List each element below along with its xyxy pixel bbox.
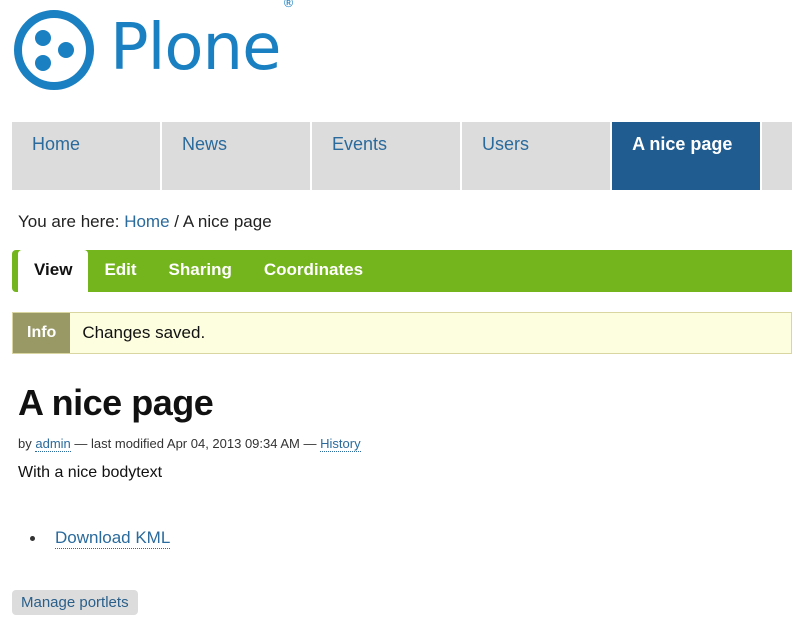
tab-edit[interactable]: Edit <box>88 260 152 292</box>
breadcrumb: You are here: Home / A nice page <box>18 212 272 232</box>
status-message-label: Info <box>13 313 71 353</box>
nav-item-users[interactable]: Users <box>462 122 611 190</box>
bullet-icon <box>30 536 35 541</box>
manage-portlets-button[interactable]: Manage portlets <box>12 590 138 615</box>
registered-mark: ® <box>282 0 294 10</box>
byline-by: by <box>18 436 32 451</box>
nav-item-overflow[interactable] <box>762 122 792 190</box>
breadcrumb-prefix: You are here: <box>18 212 120 231</box>
author-link[interactable]: admin <box>35 436 71 452</box>
tab-sharing[interactable]: Sharing <box>153 260 248 292</box>
nav-item-events[interactable]: Events <box>312 122 461 190</box>
tab-coordinates[interactable]: Coordinates <box>248 260 379 292</box>
tab-view[interactable]: View <box>18 250 89 292</box>
page-title: A nice page <box>18 382 214 423</box>
download-kml-link[interactable]: Download KML <box>55 528 171 549</box>
site-logo[interactable]: Plone® <box>12 0 294 92</box>
nav-item-home[interactable]: Home <box>12 122 161 190</box>
document-byline: by admin — last modified Apr 04, 2013 09… <box>18 436 361 452</box>
logo-wordmark: Plone® <box>110 0 294 80</box>
status-message: Info Changes saved. <box>12 312 792 354</box>
breadcrumb-separator: / <box>174 212 180 231</box>
byline-modified: — last modified Apr 04, 2013 09:34 AM — <box>74 436 317 451</box>
nav-item-a-nice-page[interactable]: A nice page <box>612 122 761 190</box>
main-navigation: Home News Events Users A nice page <box>12 122 792 190</box>
status-message-text: Changes saved. <box>82 323 206 342</box>
list-item: Download KML <box>30 528 171 549</box>
edit-toolbar: View Edit Sharing Coordinates <box>12 250 792 292</box>
plone-logo-icon <box>14 10 94 90</box>
nav-item-news[interactable]: News <box>162 122 311 190</box>
breadcrumb-home-link[interactable]: Home <box>124 212 169 231</box>
history-link[interactable]: History <box>320 436 361 452</box>
body-text: With a nice bodytext <box>18 464 163 481</box>
breadcrumb-current: A nice page <box>182 212 272 231</box>
